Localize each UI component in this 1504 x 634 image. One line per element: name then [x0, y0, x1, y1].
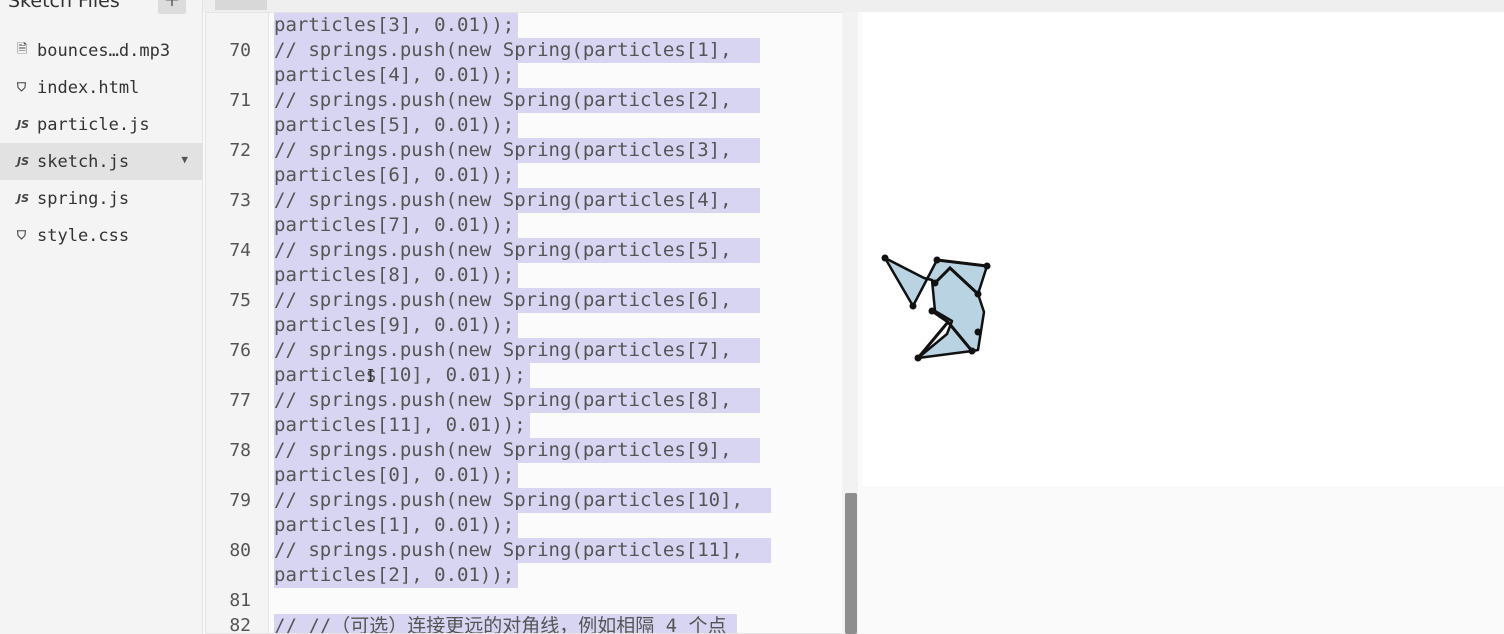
file-name: bounces…d.mp3: [37, 40, 171, 61]
code-line-73[interactable]: 73 // springs.push(new Spring(particles[…: [206, 188, 856, 238]
code-line-72[interactable]: 72 // springs.push(new Spring(particles[…: [206, 138, 856, 188]
code-text: // springs.push(new Spring(particles[6],…: [274, 288, 760, 338]
code-text: // //（可选）连接更远的对角线，例如相隔 4 个点: [274, 614, 737, 633]
file-name: style.css: [37, 225, 130, 246]
preview-canvas: [881, 254, 991, 362]
line-number: 72: [229, 140, 251, 161]
code-line-76[interactable]: 76 // springs.push(new Spring(particles[…: [206, 338, 856, 388]
file-list: 🗎 bounces…d.mp3 ⛉ index.html JS particle…: [0, 32, 202, 254]
file-name: sketch.js: [37, 151, 130, 172]
selected-code: particles[3], 0.01));: [274, 13, 519, 38]
file-item-spring-js[interactable]: JS spring.js: [0, 180, 202, 217]
selected-code: // springs.push(new Spring(particles[1],: [274, 38, 760, 63]
line-number: 73: [229, 190, 251, 211]
selected-code: // springs.push(new Spring(particles[7],: [274, 338, 760, 363]
file-item-bounces-mp3[interactable]: 🗎 bounces…d.mp3: [0, 32, 202, 69]
js-icon: JS: [17, 118, 30, 131]
selected-code: particles[10], 0.01));: [274, 363, 530, 388]
code-text: // springs.push(new Spring(particles[4],…: [274, 188, 760, 238]
selected-code: // springs.push(new Spring(particles[10]…: [274, 488, 771, 513]
file-item-index-html[interactable]: ⛉ index.html: [0, 69, 202, 106]
add-file-button[interactable]: +: [158, 0, 186, 14]
file-name: spring.js: [37, 188, 130, 209]
selected-code: particles[11], 0.01));: [274, 413, 530, 438]
selected-code: // springs.push(new Spring(particles[3],: [274, 138, 760, 163]
code-line-80[interactable]: 80 // springs.push(new Spring(particles[…: [206, 538, 856, 588]
selected-code: particles[0], 0.01));: [274, 463, 519, 488]
code-line-75[interactable]: 75 // springs.push(new Spring(particles[…: [206, 288, 856, 338]
code-text: particles[3], 0.01));: [274, 13, 519, 38]
editor-tab-strip: [203, 0, 1504, 12]
css3-icon: ⛉: [17, 228, 27, 242]
selected-code: particles[7], 0.01));: [274, 213, 519, 238]
sidebar-title: Sketch Files: [8, 0, 120, 12]
line-number: 70: [229, 40, 251, 61]
selected-code: // //（可选）连接更远的对角线，例如相隔 4 个点: [274, 614, 737, 633]
line-number: 76: [229, 340, 251, 361]
collapse-sidebar-button[interactable]: [215, 0, 267, 10]
selected-code: particles[9], 0.01));: [274, 313, 519, 338]
file-options-chevron-down-icon[interactable]: ▼: [181, 153, 188, 166]
code-text: // springs.push(new Spring(particles[10]…: [274, 488, 771, 538]
line-number: 79: [229, 490, 251, 511]
line-number: 71: [229, 90, 251, 111]
selected-code: particles[4], 0.01));: [274, 63, 519, 88]
code-text: // springs.push(new Spring(particles[9],…: [274, 438, 760, 488]
code-editor[interactable]: particles[3], 0.01)); 70 // springs.push…: [205, 12, 857, 634]
code-line-82[interactable]: 82 // //（可选）连接更远的对角线，例如相隔 4 个点: [206, 613, 856, 634]
code-line-71[interactable]: 71 // springs.push(new Spring(particles[…: [206, 88, 856, 138]
line-number: 77: [229, 390, 251, 411]
code-text: // springs.push(new Spring(particles[1],…: [274, 38, 760, 88]
text-cursor-icon: I: [367, 366, 375, 387]
file-item-sketch-js[interactable]: JS sketch.js ▼: [0, 143, 202, 180]
file-icon: 🗎: [17, 41, 28, 57]
sketch-preview[interactable]: [862, 12, 1504, 486]
selected-code: // springs.push(new Spring(particles[8],: [274, 388, 760, 413]
selected-code: // springs.push(new Spring(particles[5],: [274, 238, 760, 263]
spring-mesh-shape: [881, 254, 991, 362]
code-line-74[interactable]: 74 // springs.push(new Spring(particles[…: [206, 238, 856, 288]
file-sidebar: Sketch Files + 🗎 bounces…d.mp3 ⛉ index.h…: [0, 0, 203, 634]
line-number: 80: [229, 540, 251, 561]
code-line-77[interactable]: 77 // springs.push(new Spring(particles[…: [206, 388, 856, 438]
soft-body-fill: [883, 256, 989, 360]
line-number: 82: [229, 615, 251, 634]
file-item-particle-js[interactable]: JS particle.js: [0, 106, 202, 143]
code-line-70[interactable]: 70 // springs.push(new Spring(particles[…: [206, 38, 856, 88]
selected-code: particles[1], 0.01));: [274, 513, 519, 538]
code-text: // springs.push(new Spring(particles[5],…: [274, 238, 760, 288]
selected-code: // springs.push(new Spring(particles[9],: [274, 438, 760, 463]
file-item-style-css[interactable]: ⛉ style.css: [0, 217, 202, 254]
js-icon: JS: [17, 192, 30, 205]
selected-code: particles[6], 0.01));: [274, 163, 519, 188]
selected-code: particles[5], 0.01));: [274, 113, 519, 138]
selected-code: particles[2], 0.01));: [274, 563, 519, 588]
selected-code: // springs.push(new Spring(particles[4],: [274, 188, 760, 213]
selected-code: particles[8], 0.01));: [274, 263, 519, 288]
line-number: 75: [229, 290, 251, 311]
code-line-78[interactable]: 78 // springs.push(new Spring(particles[…: [206, 438, 856, 488]
selected-code: // springs.push(new Spring(particles[11]…: [274, 538, 771, 563]
js-icon: JS: [17, 155, 30, 168]
code-text: // springs.push(new Spring(particles[3],…: [274, 138, 760, 188]
line-number: 78: [229, 440, 251, 461]
code-text: // springs.push(new Spring(particles[11]…: [274, 538, 771, 588]
code-line-79[interactable]: 79 // springs.push(new Spring(particles[…: [206, 488, 856, 538]
selected-code: // springs.push(new Spring(particles[6],: [274, 288, 760, 313]
code-text: // springs.push(new Spring(particles[2],…: [274, 88, 760, 138]
selected-code: // springs.push(new Spring(particles[2],: [274, 88, 760, 113]
html5-icon: ⛉: [17, 80, 27, 94]
file-name: particle.js: [37, 114, 150, 135]
line-number: 81: [229, 590, 251, 611]
editor-scrollbar-thumb[interactable]: [845, 493, 857, 634]
line-number: 74: [229, 240, 251, 261]
code-text: // springs.push(new Spring(particles[8],…: [274, 388, 760, 438]
code-text: // springs.push(new Spring(particles[7],…: [274, 338, 760, 388]
file-name: index.html: [37, 77, 140, 98]
